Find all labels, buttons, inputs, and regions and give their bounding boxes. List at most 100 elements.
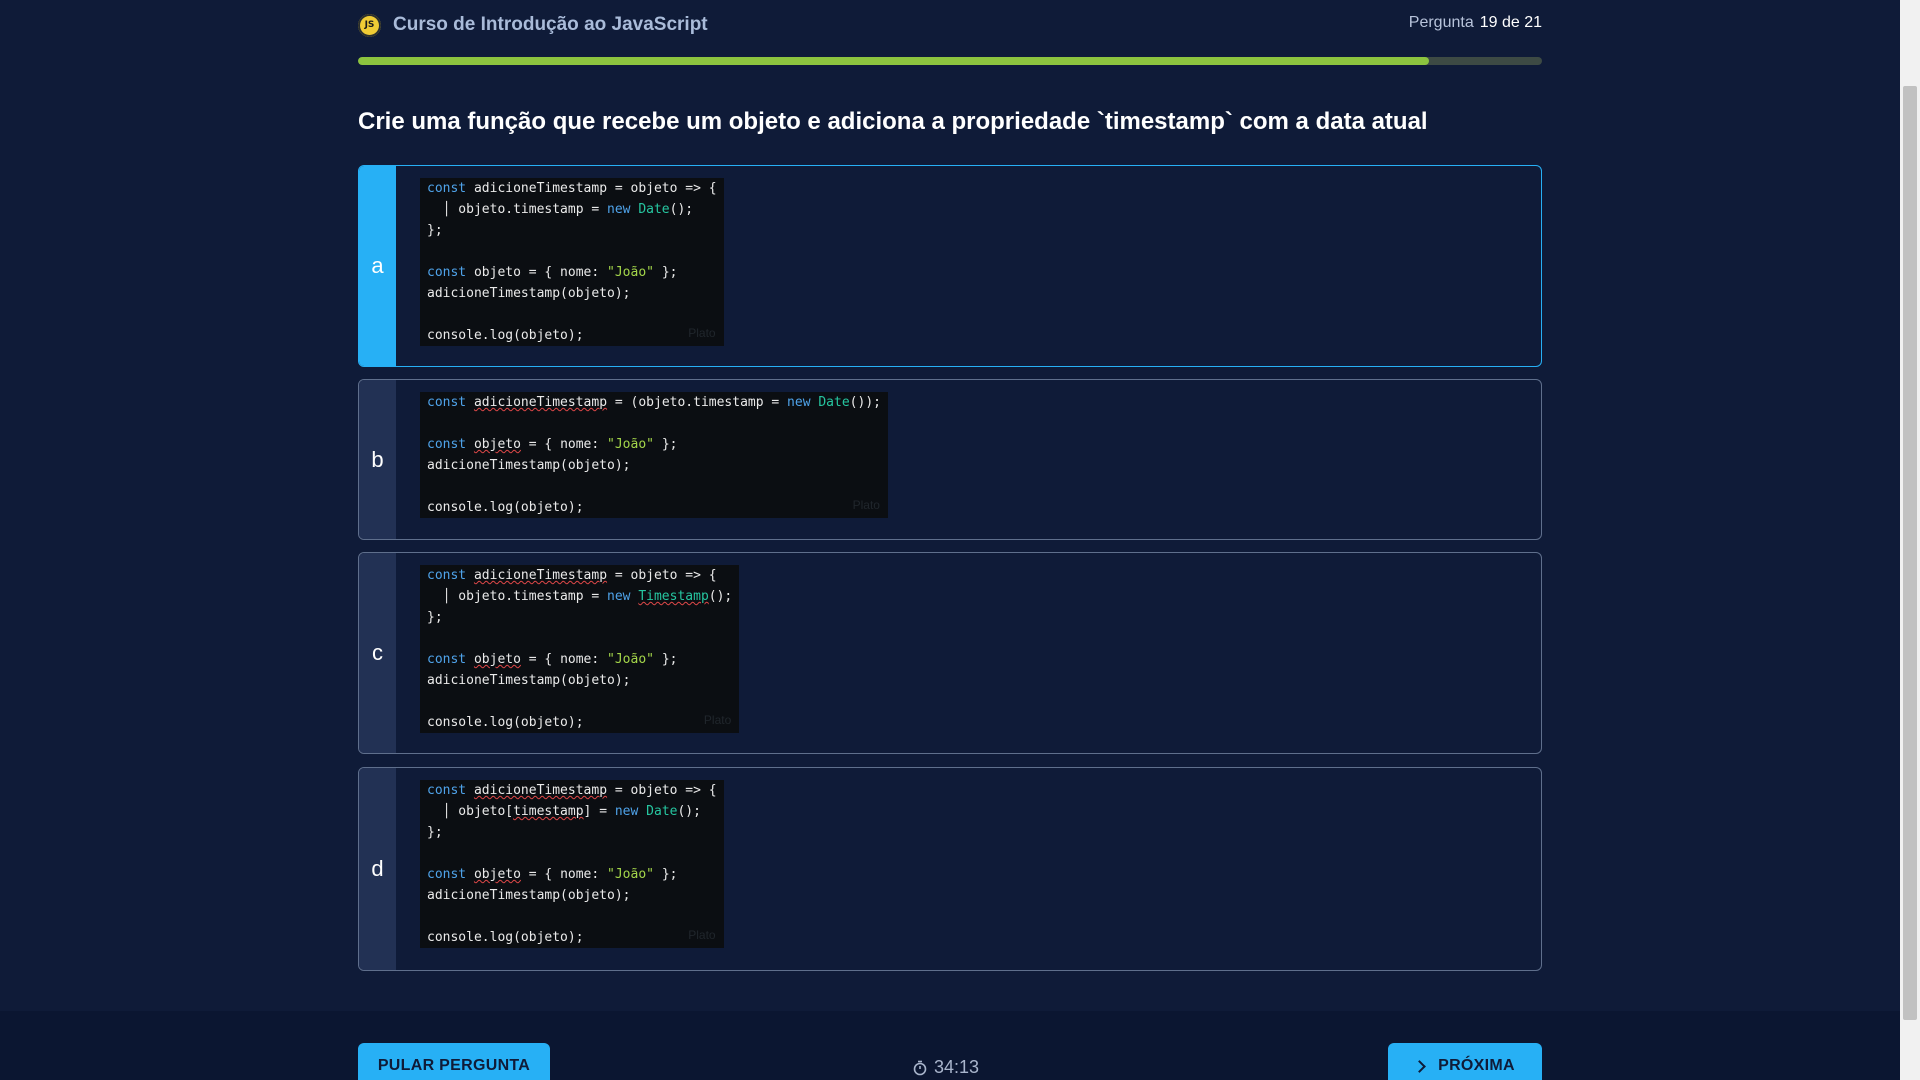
answer-option-c[interactable]: c const adicioneTimestamp = objeto => { …: [358, 552, 1542, 754]
code-token: Date: [646, 804, 678, 819]
code-token: │ objeto.timestamp =: [427, 589, 608, 604]
code-line: const objeto = { nome: "João" };: [427, 262, 717, 283]
code-token: = objeto => {: [607, 783, 717, 798]
code-token: ();: [708, 589, 733, 604]
code-token: adicioneTimestamp = objeto => {: [466, 181, 717, 196]
course-title: Curso de Introdução ao JavaScript: [393, 14, 708, 35]
code-line: │ objeto.timestamp = new Date();: [427, 199, 717, 220]
skip-question-button[interactable]: PULAR PERGUNTA: [358, 1043, 550, 1080]
code-snippet: const adicioneTimestamp = (objeto.timest…: [420, 392, 888, 518]
code-token: objeto: [473, 652, 521, 667]
course-heading: JS Curso de Introdução ao JavaScript: [358, 13, 708, 37]
code-token: = { nome:: [520, 867, 608, 882]
option-letter: c: [359, 553, 396, 753]
code-token: const: [427, 181, 467, 196]
code-token: Date: [818, 395, 850, 410]
code-token: };: [427, 610, 443, 625]
code-token: Timestamp: [638, 589, 709, 604]
code-token: │ objeto.timestamp =: [427, 202, 608, 217]
code-token: Date: [638, 202, 670, 217]
watermark-logo: Plato: [688, 326, 716, 340]
code-token: = objeto => {: [607, 568, 717, 583]
option-code-area: const adicioneTimestamp = objeto => { │ …: [396, 553, 740, 753]
code-token: };: [427, 223, 443, 238]
code-token: console.log(objeto);: [427, 328, 584, 343]
code-token: new: [787, 395, 811, 410]
code-token: "João": [607, 437, 654, 452]
answer-option-d[interactable]: d const adicioneTimestamp = objeto => { …: [358, 767, 1542, 971]
code-token: "João": [607, 265, 654, 280]
code-token: console.log(objeto);: [427, 715, 584, 730]
page-scrollbar[interactable]: [1900, 0, 1920, 1080]
watermark-logo: Plato: [852, 498, 880, 512]
code-token: adicioneTimestamp(objeto);: [427, 673, 631, 688]
quiz-header: JS Curso de Introdução ao JavaScript Per…: [358, 0, 1542, 52]
next-button[interactable]: PRÓXIMA: [1388, 1043, 1542, 1080]
option-code-area: const adicioneTimestamp = (objeto.timest…: [396, 380, 888, 539]
code-token: adicioneTimestamp(objeto);: [427, 458, 631, 473]
code-token: ();: [669, 202, 694, 217]
code-line: console.log(objeto);: [427, 325, 717, 346]
code-token: const: [427, 783, 467, 798]
code-line: const adicioneTimestamp = objeto => {: [427, 780, 717, 801]
code-token: new: [607, 589, 631, 604]
code-token: const: [427, 265, 467, 280]
code-line: };: [427, 220, 717, 241]
code-token: };: [654, 652, 678, 667]
code-token: adicioneTimestamp(objeto);: [427, 286, 631, 301]
code-line: console.log(objeto);: [427, 927, 717, 948]
option-letter: b: [359, 380, 396, 539]
code-line: };: [427, 822, 717, 843]
code-token: };: [654, 867, 678, 882]
code-token: objeto: [473, 867, 521, 882]
code-line: adicioneTimestamp(objeto);: [427, 670, 732, 691]
code-line: │ objeto.timestamp = new Timestamp();: [427, 586, 733, 607]
code-token: timestamp: [513, 804, 584, 819]
quiz-container: JS Curso de Introdução ao JavaScript Per…: [358, 0, 1542, 971]
next-button-label: PRÓXIMA: [1438, 1057, 1515, 1074]
code-token: = { nome:: [520, 652, 608, 667]
code-token: objeto = { nome:: [466, 265, 608, 280]
code-token: adicioneTimestamp(objeto);: [427, 888, 631, 903]
code-snippet: const adicioneTimestamp = objeto => { │ …: [420, 565, 740, 733]
scrollbar-thumb[interactable]: [1903, 86, 1917, 1020]
code-line: const objeto = { nome: "João" };: [427, 434, 881, 455]
code-token: };: [427, 825, 443, 840]
code-line: console.log(objeto);: [427, 712, 732, 733]
watermark-logo: Plato: [688, 928, 716, 942]
code-line: adicioneTimestamp(objeto);: [427, 455, 881, 476]
code-token: adicioneTimestamp: [473, 568, 608, 583]
code-token: adicioneTimestamp: [473, 783, 608, 798]
code-token: ] =: [583, 804, 615, 819]
code-token: objeto: [473, 437, 521, 452]
progress-bar-fill: [358, 57, 1430, 65]
answer-option-b[interactable]: b const adicioneTimestamp = (objeto.time…: [358, 379, 1542, 540]
timer-value: 34:13: [934, 1057, 980, 1077]
question-text: Crie uma função que recebe um objeto e a…: [358, 108, 1428, 135]
question-counter-value: 19 de 21: [1479, 14, 1542, 31]
timer: 34:13: [912, 1057, 979, 1078]
code-token: console.log(objeto);: [427, 930, 584, 945]
option-code-area: const adicioneTimestamp = objeto => { │ …: [396, 768, 724, 970]
question-counter-label: Pergunta: [1408, 14, 1474, 31]
code-token: = (objeto.timestamp =: [607, 395, 788, 410]
code-token: };: [654, 265, 678, 280]
code-token: };: [654, 437, 678, 452]
code-line: const adicioneTimestamp = (objeto.timest…: [427, 392, 881, 413]
code-line: const adicioneTimestamp = objeto => {: [427, 565, 732, 586]
chevron-right-icon: [1413, 1059, 1426, 1073]
code-line: const adicioneTimestamp = objeto => {: [427, 178, 717, 199]
stopwatch-icon: [913, 1060, 927, 1075]
option-code-area: const adicioneTimestamp = objeto => { │ …: [396, 166, 724, 366]
answer-option-a[interactable]: a const adicioneTimestamp = objeto => { …: [358, 165, 1542, 367]
js-logo-icon: JS: [358, 13, 381, 37]
